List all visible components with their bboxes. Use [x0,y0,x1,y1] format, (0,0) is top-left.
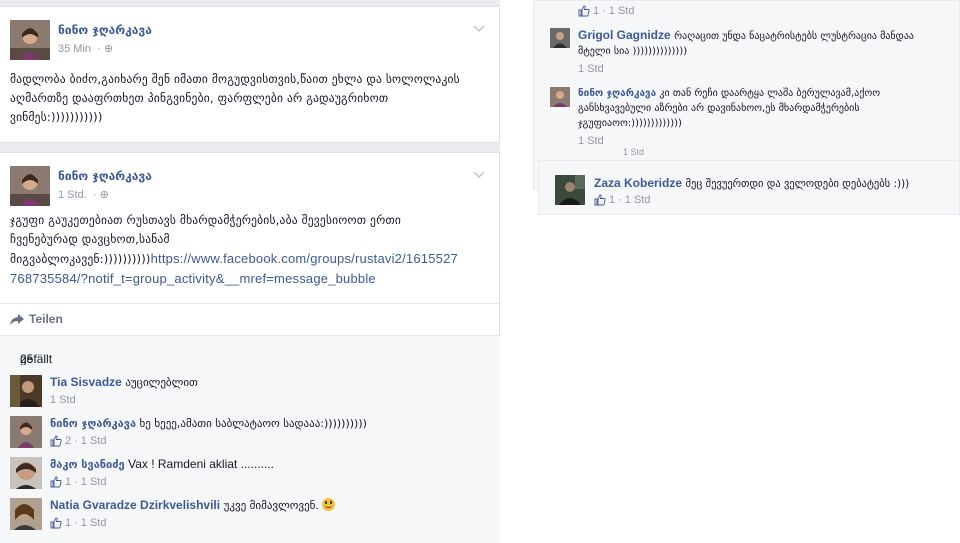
comment-time[interactable]: 1 Std [623,147,644,157]
comment-body: Grigol Gagnidze რაღაცით უნდა ნაცატრისტებ… [578,28,914,59]
commenter-name[interactable]: მაკო სვანიძე [50,458,125,471]
commenter-avatar[interactable] [10,498,42,530]
comment-text: კი თან რეჩი დაარტყა ლაშა ბერულავამ,აქოო [659,88,881,99]
author-name[interactable]: ნინო ჯღარკავა [58,23,152,37]
commenter-avatar[interactable] [555,175,585,205]
post-card: ნინო ჯღარკავა 35 Min · ⊕ მადლობა ბიძო,გა… [0,6,500,143]
commenter-avatar[interactable] [550,87,570,107]
post-text-line: ჯგუფი გაუკეთებიათ რუსთავს მხარდამჭერების… [10,213,402,227]
comment-time[interactable]: 1 Std [81,476,107,488]
post-actions-bar: Teilen [0,303,500,335]
chevron-down-icon[interactable] [473,171,485,179]
comment-meta: 1 · 1 Std [594,194,650,206]
comment-meta: 2 · 1 Std [50,435,106,447]
post-text-line: 768735584/?notif_t=group_activity&__mref… [10,269,495,289]
comment-like-count[interactable]: 1 [593,5,599,17]
smiley-emoji-icon [322,498,336,511]
comment-time[interactable]: 1 Std [81,517,107,529]
comment-text: უკვე მიმავლოვენ. [223,499,319,512]
comment-text: მტელი სია )))))))))))))) [578,46,688,57]
comment-crop: 1 Std Zaza Koberidze მეც შევუერთდი და ვე… [538,147,960,215]
post-text: ჯგუფი გაუკეთებიათ რუსთავს მხარდამჭერების… [10,211,495,289]
comment-time[interactable]: 1 Std [81,435,107,447]
author-avatar[interactable] [10,166,50,206]
comment-time[interactable]: 1 Std [609,5,635,17]
post-timestamp[interactable]: 35 Min [58,43,91,55]
commenter-avatar[interactable] [550,28,570,48]
like-thumb-icon[interactable] [50,476,62,488]
post-link-continuation[interactable]: 768735584/?notif_t=group_activity&__mref… [10,271,376,286]
post-text-fragment: მიგვაბლოკავენ:)))))))))) [10,252,151,266]
comment-text: რაღაცით უნდა ნაცატრისტებს ლუსტრაცია მანდ… [674,31,914,42]
comment-text: Vax ! Ramdeni akliat .......... [128,457,274,471]
like-thumb-icon[interactable] [578,5,590,17]
comment-like-count[interactable]: 1 [65,476,71,488]
comment-text: ხე ხეეე,ამათი საბლატაოო სადააა:)))))))))… [139,417,367,430]
post-link[interactable]: https://www.facebook.com/groups/rustavi2… [151,251,458,266]
post-text-line: ჩვენებურად დავცხოთ,სანამ [10,232,170,246]
likes-summary: 25 Personen gefällt das. [0,335,500,380]
comment-body: Zaza Koberidze მეც შევუერთდი და ველოდები… [594,176,909,190]
share-arrow-icon [10,313,24,325]
comment-text: ჯგუფიაოო:))))))))))))) [578,118,682,129]
author-avatar[interactable] [10,20,50,60]
comment-text: აუცილებლით [125,376,198,389]
post-timestamp[interactable]: 1 Std. [58,189,87,201]
post-time[interactable]: 1 Std. · ⊕ [58,188,109,201]
comment-like-count[interactable]: 2 [65,435,71,447]
post-time[interactable]: 35 Min · ⊕ [58,42,113,55]
comment-time[interactable]: 1 Std [578,63,604,75]
comment-meta: 1 · 1 Std [578,5,634,17]
commenter-name[interactable]: ნინო ჯღარკავა [50,417,136,430]
like-thumb-icon[interactable] [594,194,606,206]
comments-list: Tia Sisvadze აუცილებლით 1 Std ნინო ჯღარკ… [0,365,500,543]
commenter-name[interactable]: Zaza Koberidze [594,176,682,190]
comment-meta: 1 · 1 Std [50,517,106,529]
commenter-avatar[interactable] [10,375,42,407]
comment-time[interactable]: 1 Std [625,194,651,206]
comment-like-count[interactable]: 1 [609,194,615,206]
comment-text: მეც შევუერთდი და ველოდები დებატებს :))) [685,178,910,190]
commenter-name[interactable]: Grigol Gagnidze [578,28,671,42]
post-text-line: მიგვაბლოკავენ:))))))))))https://www.face… [10,249,495,269]
commenter-avatar[interactable] [10,457,42,489]
post-card: ნინო ჯღარკავა 1 Std. · ⊕ ჯგუფი გაუკეთები… [0,152,500,543]
comment-time[interactable]: 1 Std [50,394,76,406]
share-label: Teilen [29,312,63,326]
chevron-down-icon[interactable] [473,25,485,33]
like-thumb-icon[interactable] [50,517,62,529]
author-name[interactable]: ნინო ჯღარკავა [58,169,152,183]
like-thumb-icon[interactable] [50,435,62,447]
commenter-name[interactable]: ნინო ჯღარკავა [578,88,656,99]
post-text: მადლობა ბიძო,გაიხარე შენ იმათი მოგუდვისთ… [10,72,460,124]
share-button[interactable]: Teilen [10,312,63,326]
comment-time[interactable]: 1 Std [578,135,604,147]
commenter-avatar[interactable] [10,416,42,448]
commenter-name[interactable]: Tia Sisvadze [50,375,122,389]
comment-like-count[interactable]: 1 [65,517,71,529]
comment-meta: 1 Std [50,394,76,406]
globe-icon: · ⊕ [94,43,114,55]
commenter-name[interactable]: Natia Gvaradze Dzirkvelishvili [50,498,220,512]
comment-text: განსხვავებული აზრები არ დავინახოო,ეს მხა… [578,103,860,114]
comment-meta: 1 · 1 Std [50,476,106,488]
globe-icon: · ⊕ [89,189,109,201]
comment-body: ნინო ჯღარკავა კი თან რეჩი დაარტყა ლაშა ბ… [578,86,880,131]
